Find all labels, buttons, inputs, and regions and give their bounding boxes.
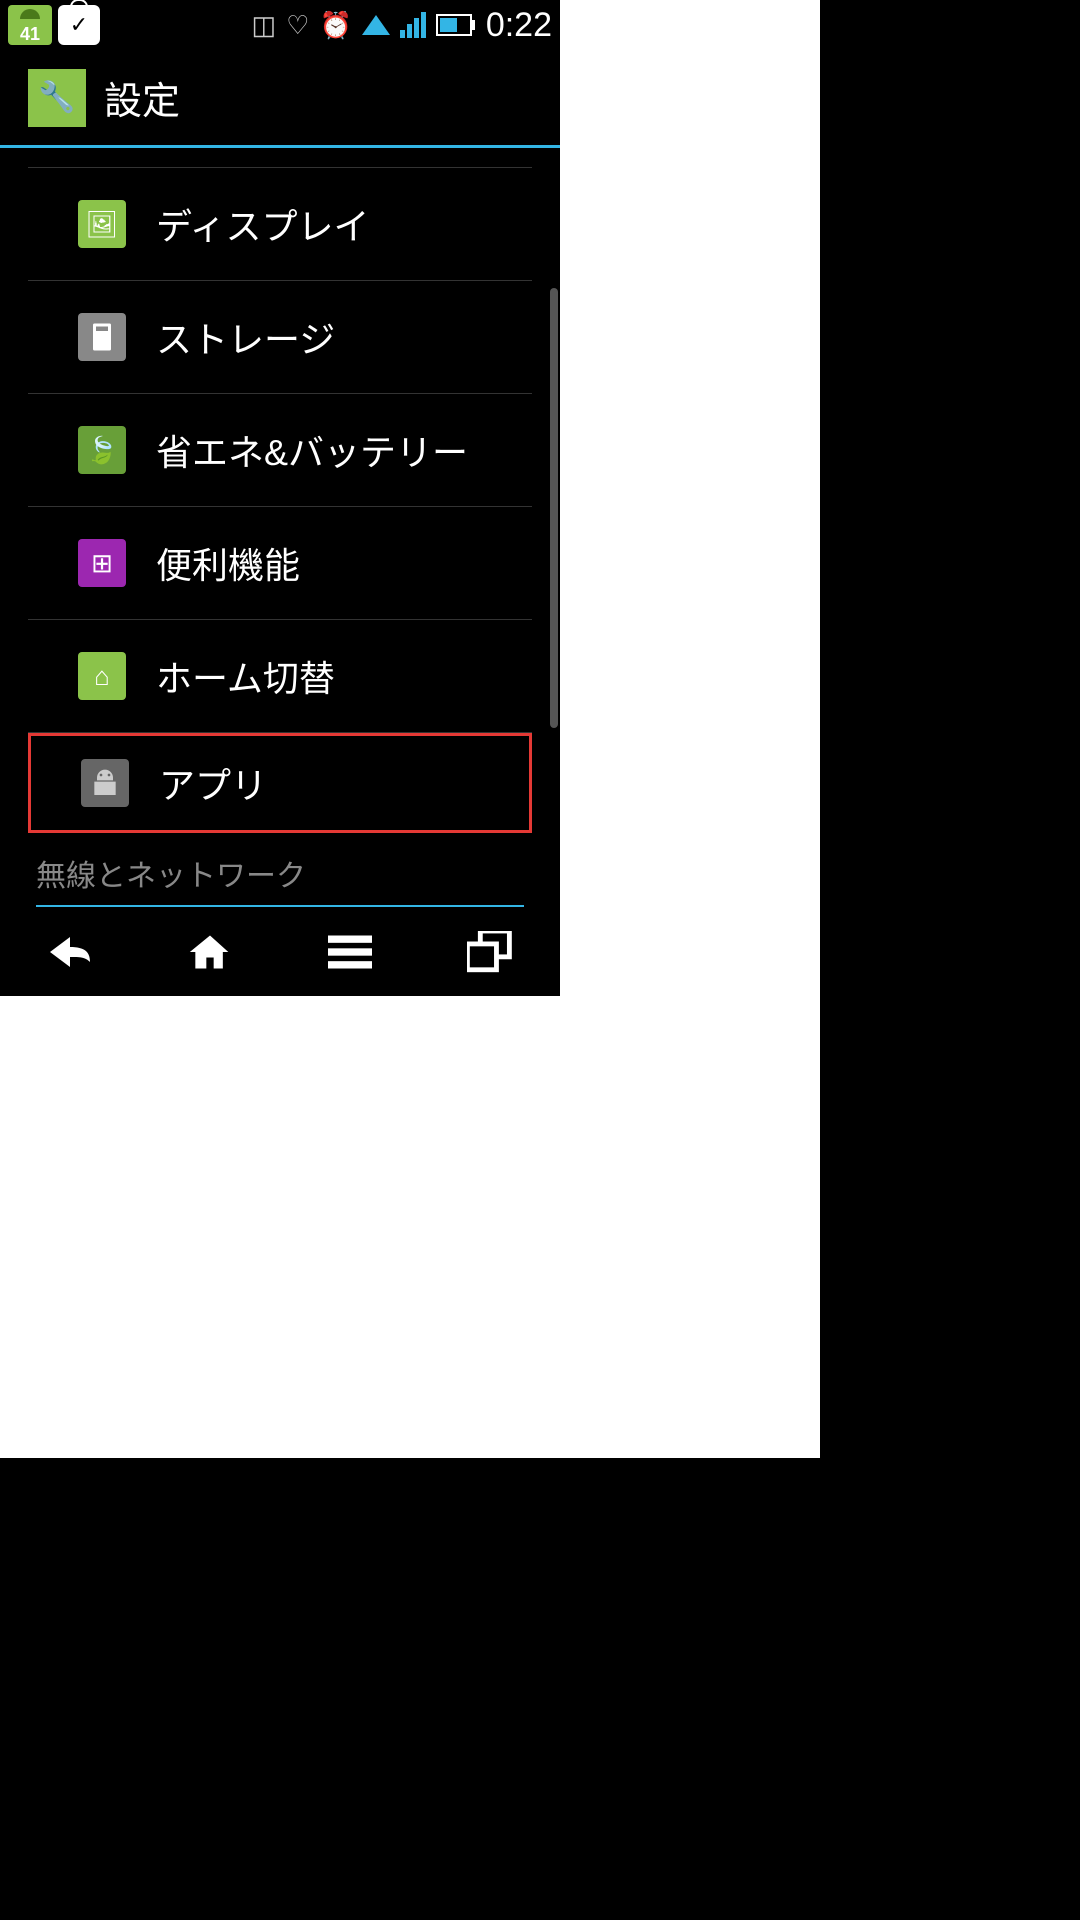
settings-item-apps[interactable]: アプリ [28, 733, 532, 833]
battery-eco-icon: 🍃 [78, 426, 126, 474]
item-label: ホーム切替 [156, 650, 335, 702]
vr-icon: ◫ [252, 10, 277, 41]
settings-item-battery[interactable]: 🍃 省エネ&バッテリー [28, 394, 532, 507]
page-title: 設定 [104, 70, 180, 125]
settings-item-storage[interactable]: ストレージ [28, 281, 532, 394]
item-label: アプリ [159, 757, 267, 809]
display-icon: 🖼 [78, 200, 126, 248]
home-switch-icon: ⌂ [78, 652, 126, 700]
storage-icon [78, 313, 126, 361]
section-divider [36, 905, 524, 907]
item-label: ストレージ [156, 311, 335, 363]
back-button[interactable] [40, 927, 100, 977]
badge-number: 41 [20, 24, 40, 45]
item-label: ディスプレイ [156, 198, 369, 250]
settings-list[interactable]: 🖼 ディスプレイ ストレージ 🍃 省エネ&バッテリー ⊞ 便利機能 ⌂ ホーム切… [0, 148, 560, 908]
wifi-signal-icon [362, 15, 390, 35]
heart-icon: ♡ [286, 10, 309, 41]
section-header-wireless: 無線とネットワーク [0, 833, 560, 905]
settings-header: 🔧 設定 [0, 50, 560, 148]
convenience-icon: ⊞ [78, 539, 126, 587]
alarm-icon: ⏰ [319, 10, 351, 41]
android-badge-icon: 41 [8, 5, 52, 45]
menu-button[interactable] [320, 927, 380, 977]
clock-time: 0:22 [486, 6, 552, 45]
battery-status-icon [436, 14, 472, 36]
navigation-bar [0, 908, 560, 996]
cellular-signal-icon [400, 12, 426, 38]
list-item-partial [28, 148, 532, 168]
wrench-icon: 🔧 [28, 69, 86, 127]
item-label: 便利機能 [156, 537, 300, 589]
shopping-bag-icon: ✓ [58, 5, 100, 45]
settings-item-display[interactable]: 🖼 ディスプレイ [28, 168, 532, 281]
scrollbar[interactable] [550, 288, 558, 728]
home-button[interactable] [180, 927, 240, 977]
status-bar: 41 ✓ ◫ ♡ ⏰ 0:22 [0, 0, 560, 50]
apps-icon [81, 759, 129, 807]
recent-apps-button[interactable] [460, 927, 520, 977]
item-label: 省エネ&バッテリー [156, 424, 468, 476]
settings-item-home-switch[interactable]: ⌂ ホーム切替 [28, 620, 532, 733]
settings-item-convenience[interactable]: ⊞ 便利機能 [28, 507, 532, 620]
